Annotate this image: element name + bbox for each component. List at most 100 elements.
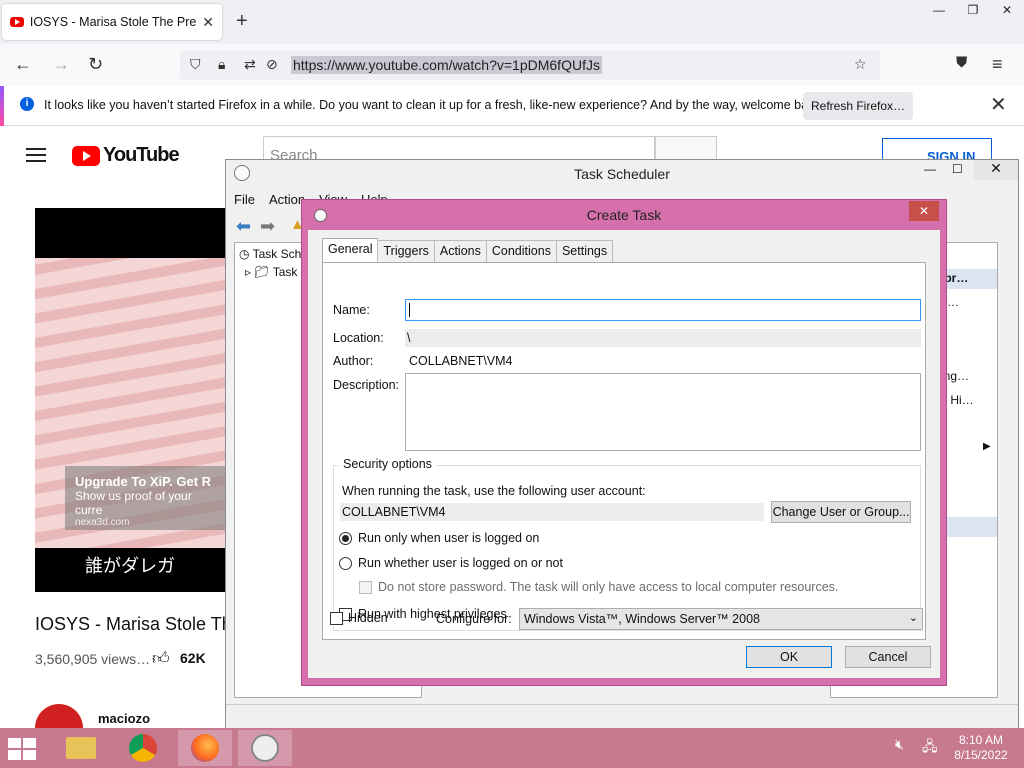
- video-caption: 誰がダレガ: [85, 556, 175, 576]
- restore-icon[interactable]: ❐: [956, 0, 990, 20]
- tracking-icon[interactable]: ⊘: [266, 56, 278, 73]
- status-bar: [226, 704, 1018, 728]
- configure-for-select[interactable]: Windows Vista™, Windows Server™ 2008 ⌄: [519, 608, 923, 630]
- name-label: Name:: [333, 303, 370, 317]
- address-bar[interactable]: ⛉ 🔒︎ ⇄ ⊘ https://www.youtube.com/watch?v…: [180, 50, 880, 80]
- youtube-favicon-icon: [10, 17, 24, 27]
- info-icon: i: [20, 97, 34, 111]
- change-user-button[interactable]: Change User or Group...: [771, 501, 911, 523]
- description-input[interactable]: [405, 373, 921, 451]
- close-tab-icon[interactable]: ✕: [202, 14, 214, 31]
- like-count: 62K: [180, 650, 206, 666]
- video-player[interactable]: Upgrade To XiP. Get R Show us proof of y…: [35, 208, 225, 592]
- tree-item-task-scheduler[interactable]: ◷ Task Sch: [239, 247, 301, 261]
- video-title: IOSYS - Marisa Stole Th: [35, 614, 225, 634]
- new-tab-icon[interactable]: +: [236, 10, 248, 33]
- text-caret: [409, 303, 410, 317]
- create-task-dialog: Create Task ✕ General Triggers Actions C…: [301, 199, 947, 686]
- bookmark-star-icon[interactable]: ☆: [854, 56, 867, 73]
- back-icon[interactable]: ←: [14, 54, 32, 75]
- ad-overlay[interactable]: Upgrade To XiP. Get R Show us proof of y…: [65, 466, 225, 530]
- like-icon[interactable]: 👍︎: [152, 648, 170, 669]
- cancel-button[interactable]: Cancel: [845, 646, 931, 668]
- task-scheduler-title: Task Scheduler: [574, 166, 670, 182]
- start-windows-icon[interactable]: [8, 738, 38, 760]
- reload-icon[interactable]: ↻: [88, 54, 103, 75]
- author-value: COLLABNET\VM4: [409, 354, 513, 368]
- user-account-value: COLLABNET\VM4: [340, 503, 764, 521]
- close-dialog-icon[interactable]: ✕: [909, 201, 939, 221]
- notification-stripe: [0, 86, 4, 126]
- url-text[interactable]: https://www.youtube.com/watch?v=1pDM6fQU…: [291, 56, 602, 74]
- channel-name[interactable]: maciozo: [98, 711, 150, 726]
- menu-file[interactable]: File: [234, 192, 255, 207]
- volume-muted-icon[interactable]: 🔇︎: [895, 736, 904, 753]
- pocket-icon[interactable]: ⛊: [956, 54, 967, 71]
- description-label: Description:: [333, 378, 399, 392]
- tab-general[interactable]: General: [322, 238, 379, 262]
- forward-arrow-icon[interactable]: ➡: [260, 216, 275, 237]
- forward-icon[interactable]: →: [52, 54, 70, 75]
- location-label: Location:: [333, 331, 384, 345]
- tab-title: IOSYS - Marisa Stole The Precio: [29, 15, 197, 29]
- ad-site: nexa3d.com: [75, 517, 130, 528]
- radio-run-logged-on[interactable]: [339, 532, 352, 545]
- do-not-store-password-label: Do not store password. The task will onl…: [378, 580, 839, 594]
- tab-triggers[interactable]: Triggers: [377, 240, 435, 262]
- browser-nav-bar: ← → ↻ ⛉ 🔒︎ ⇄ ⊘ https://www.youtube.com/w…: [0, 44, 1024, 86]
- author-label: Author:: [333, 354, 374, 368]
- tree-item-library[interactable]: ▹ 📁︎ Task: [245, 265, 297, 279]
- close-window-icon[interactable]: ✕: [990, 0, 1024, 20]
- menu-action[interactable]: Action: [269, 192, 305, 207]
- close-notification-icon[interactable]: ✕: [990, 92, 1007, 117]
- taskbar: 🔇︎ 🖧︎ 8:10 AM 8/15/2022: [0, 728, 1024, 768]
- system-clock[interactable]: 8:10 AM 8/15/2022: [948, 733, 1014, 763]
- lock-icon[interactable]: 🔒︎: [218, 56, 225, 73]
- chevron-down-icon: ⌄: [908, 612, 918, 624]
- maximize-icon[interactable]: ☐: [952, 162, 963, 176]
- video-views: 3,560,905 views…: [35, 651, 151, 667]
- hidden-label[interactable]: Hidden: [348, 611, 388, 625]
- create-task-title: Create Task: [586, 207, 662, 223]
- menu-icon[interactable]: ≡: [992, 54, 1003, 75]
- chrome-icon[interactable]: [116, 730, 170, 766]
- name-input[interactable]: [405, 299, 921, 321]
- submenu-arrow-icon[interactable]: ▶: [983, 441, 991, 452]
- notification-bar: i It looks like you haven’t started Fire…: [0, 86, 1024, 126]
- window-controls: — ❐ ✕: [922, 0, 1024, 20]
- file-explorer-icon[interactable]: [54, 730, 108, 766]
- ok-button[interactable]: OK: [746, 646, 832, 668]
- general-panel: Name: Location: \ Author: COLLABNET\VM4 …: [322, 262, 926, 640]
- browser-tab-bar: IOSYS - Marisa Stole The Precio ✕ + — ❐ …: [0, 0, 1024, 44]
- tab-strip: General Triggers Actions Conditions Sett…: [322, 238, 614, 262]
- task-scheduler-taskbar-icon[interactable]: [238, 730, 292, 766]
- ad-title: Upgrade To XiP. Get R: [75, 474, 212, 489]
- radio-run-whether-label[interactable]: Run whether user is logged on or not: [358, 556, 563, 570]
- radio-run-logged-on-label[interactable]: Run only when user is logged on: [358, 531, 539, 545]
- tab-conditions[interactable]: Conditions: [485, 240, 557, 262]
- youtube-logo-text[interactable]: YouTube: [103, 144, 180, 167]
- tab-actions[interactable]: Actions: [433, 240, 487, 262]
- refresh-firefox-button[interactable]: Refresh Firefox…: [803, 92, 913, 120]
- youtube-logo-icon[interactable]: [72, 146, 100, 166]
- notification-message: It looks like you haven’t started Firefo…: [44, 98, 825, 112]
- hamburger-menu-icon[interactable]: [26, 148, 46, 162]
- hidden-checkbox[interactable]: [330, 612, 343, 625]
- account-prompt: When running the task, use the following…: [342, 484, 646, 498]
- network-icon[interactable]: 🖧︎: [922, 736, 938, 760]
- tab-settings[interactable]: Settings: [555, 240, 614, 262]
- firefox-icon[interactable]: [178, 730, 232, 766]
- configure-for-label: Configure for:: [436, 612, 512, 626]
- browser-tab[interactable]: IOSYS - Marisa Stole The Precio ✕: [2, 4, 222, 40]
- close-window-icon[interactable]: ✕: [974, 160, 1018, 180]
- clock-time: 8:10 AM: [958, 733, 1004, 747]
- back-arrow-icon[interactable]: ⬅: [236, 216, 251, 237]
- channel-avatar[interactable]: [35, 704, 83, 728]
- minimize-icon[interactable]: —: [922, 0, 956, 20]
- radio-run-whether[interactable]: [339, 557, 352, 570]
- minimize-icon[interactable]: —: [924, 162, 936, 176]
- shield-icon[interactable]: ⛉: [190, 56, 201, 73]
- do-not-store-password-checkbox[interactable]: [359, 581, 372, 594]
- create-task-body: General Triggers Actions Conditions Sett…: [308, 230, 940, 678]
- permissions-icon[interactable]: ⇄: [244, 56, 256, 73]
